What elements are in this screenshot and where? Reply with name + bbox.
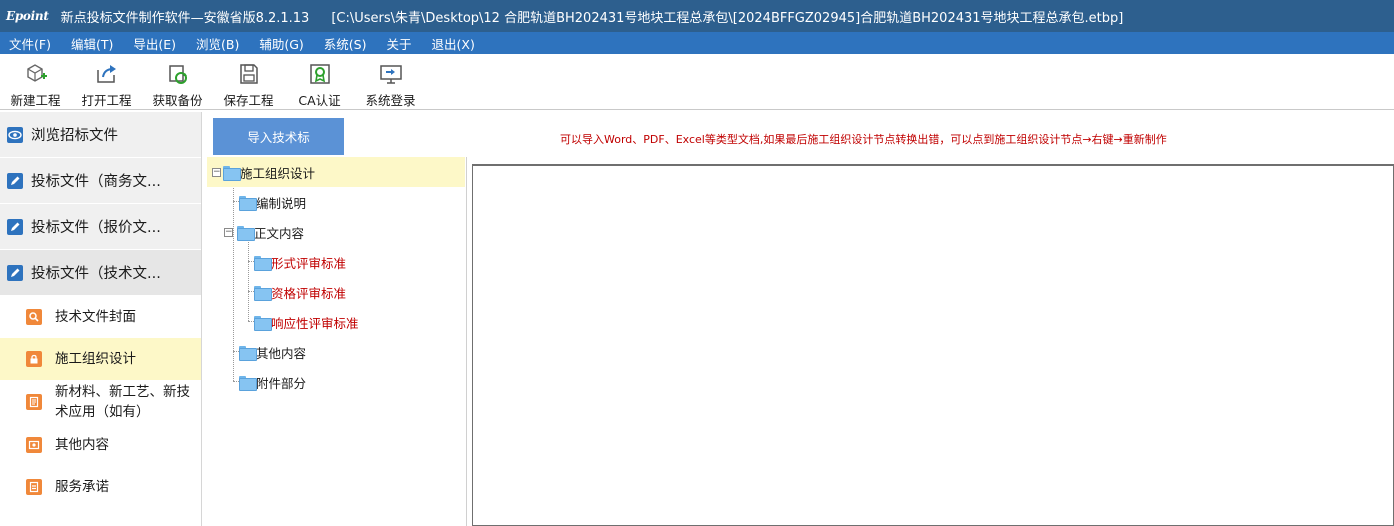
tree-node-label: 附件部分 — [256, 375, 307, 391]
sidebar-item-tech-cover[interactable]: 技术文件封面 — [0, 296, 201, 338]
folder-icon — [254, 315, 272, 331]
tree-node-label: 形式评审标准 — [271, 255, 347, 271]
open-project-button[interactable]: 打开工程 — [71, 54, 142, 110]
menu-assist[interactable]: 辅助(G) — [259, 34, 303, 53]
new-project-icon — [24, 62, 48, 86]
search-icon — [26, 309, 42, 325]
sidebar-section-label: 投标文件（商务文... — [31, 174, 161, 190]
sidebar-section-label: 投标文件（技术文... — [31, 266, 161, 282]
get-backup-icon — [166, 62, 190, 86]
folder-icon — [223, 165, 241, 181]
collapse-toggle-icon[interactable]: − — [212, 167, 221, 177]
tree-node-label: 响应性评审标准 — [271, 315, 359, 331]
outline-tree: − 施工组织设计 编制说明 − 正文内容 形式评审标准 资格评审标准 响应性评审… — [207, 157, 465, 526]
menu-about[interactable]: 关于 — [387, 34, 412, 53]
menu-system[interactable]: 系统(S) — [324, 34, 367, 53]
menu-bar: 文件(F) 编辑(T) 导出(E) 浏览(B) 辅助(G) 系统(S) 关于 退… — [0, 32, 1394, 54]
tree-node-formal-review[interactable]: 形式评审标准 — [254, 247, 346, 277]
tree-node-label: 资格评审标准 — [271, 285, 347, 301]
image-icon — [26, 437, 42, 453]
eye-icon — [7, 126, 23, 143]
get-backup-button[interactable]: 获取备份 — [142, 54, 213, 110]
sidebar-item-label: 施工组织设计 — [55, 351, 136, 367]
document-icon — [26, 394, 42, 410]
edit-icon — [7, 264, 23, 281]
sidebar-item-label: 服务承诺 — [55, 479, 109, 495]
sidebar-section-pricing[interactable]: 投标文件（报价文... — [0, 204, 201, 250]
system-login-icon — [379, 62, 403, 86]
lock-icon — [26, 351, 42, 367]
title-bar: Epoint 新点投标文件制作软件—安徽省版8.2.1.13 [C:\Users… — [0, 0, 1394, 32]
folder-icon — [237, 225, 255, 241]
collapse-toggle-icon[interactable]: − — [224, 227, 233, 237]
menu-export[interactable]: 导出(E) — [133, 34, 176, 53]
menu-exit[interactable]: 退出(X) — [432, 34, 475, 53]
menu-edit[interactable]: 编辑(T) — [71, 34, 113, 53]
system-login-button[interactable]: 系统登录 — [355, 54, 426, 110]
folder-icon — [239, 375, 257, 391]
edit-icon — [7, 218, 23, 235]
tree-node-attachments[interactable]: 附件部分 — [239, 367, 306, 397]
import-technical-bid-button[interactable]: 导入技术标 — [213, 118, 344, 155]
open-project-label: 打开工程 — [81, 93, 132, 108]
tree-node-responsiveness-review[interactable]: 响应性评审标准 — [254, 307, 359, 337]
sidebar-item-new-materials[interactable]: 新材料、新工艺、新技术应用（如有） — [0, 380, 201, 424]
menu-browse[interactable]: 浏览(B) — [196, 34, 239, 53]
sidebar-item-label: 其他内容 — [55, 437, 109, 453]
folder-icon — [239, 195, 257, 211]
document-preview-area[interactable] — [472, 164, 1394, 526]
app-logo: Epoint — [6, 9, 49, 23]
save-project-icon — [237, 62, 261, 86]
edit-icon — [7, 172, 23, 189]
tree-node-compilation-notes[interactable]: 编制说明 — [239, 187, 306, 217]
app-title: 新点投标文件制作软件—安徽省版8.2.1.13 — [60, 10, 310, 26]
system-login-label: 系统登录 — [365, 93, 416, 108]
new-project-button[interactable]: 新建工程 — [0, 54, 71, 110]
folder-icon — [254, 285, 272, 301]
sidebar-section-technical[interactable]: 投标文件（技术文... — [0, 250, 201, 296]
ca-certificate-button[interactable]: CA认证 — [284, 54, 355, 110]
import-hint-text: 可以导入Word、PDF、Excel等类型文档,如果最后施工组织设计节点转换出错… — [560, 133, 1167, 146]
tree-node-main-content[interactable]: − 正文内容 — [224, 217, 304, 247]
tree-node-label: 其他内容 — [256, 345, 307, 361]
menu-file[interactable]: 文件(F) — [9, 34, 51, 53]
new-project-label: 新建工程 — [10, 93, 61, 108]
get-backup-label: 获取备份 — [152, 93, 203, 108]
ca-certificate-icon — [308, 62, 332, 86]
ca-certificate-label: CA认证 — [298, 93, 341, 108]
tree-node-label: 施工组织设计 — [240, 165, 316, 181]
sidebar: 浏览招标文件 投标文件（商务文... 投标文件（报价文... 投标文件（技术文.… — [0, 112, 202, 526]
folder-icon — [239, 345, 257, 361]
panel-divider[interactable] — [466, 157, 467, 526]
file-path: [C:\Users\朱青\Desktop\12 合肥轨道BH202431号地块工… — [331, 10, 1124, 26]
tree-node-qualification-review[interactable]: 资格评审标准 — [254, 277, 346, 307]
sidebar-section-business[interactable]: 投标文件（商务文... — [0, 158, 201, 204]
save-project-button[interactable]: 保存工程 — [213, 54, 284, 110]
folder-icon — [254, 255, 272, 271]
sidebar-section-browse-tender[interactable]: 浏览招标文件 — [0, 112, 201, 158]
sidebar-section-label: 投标文件（报价文... — [31, 220, 161, 236]
contract-icon — [26, 479, 42, 495]
tree-node-label: 编制说明 — [256, 195, 307, 211]
sidebar-item-service-commitment[interactable]: 服务承诺 — [0, 466, 201, 508]
sidebar-section-label: 浏览招标文件 — [31, 128, 118, 144]
toolbar: 新建工程 打开工程 获取备份 保存工程 CA认证 系统登录 — [0, 54, 1394, 110]
tree-node-root[interactable]: − 施工组织设计 — [207, 157, 465, 187]
sidebar-item-label: 技术文件封面 — [55, 309, 136, 325]
sidebar-item-other-content[interactable]: 其他内容 — [0, 424, 201, 466]
sidebar-item-construction-design[interactable]: 施工组织设计 — [0, 338, 201, 380]
open-project-icon — [95, 62, 119, 86]
tree-node-other-content[interactable]: 其他内容 — [239, 337, 306, 367]
tree-node-label: 正文内容 — [254, 225, 305, 241]
save-project-label: 保存工程 — [223, 93, 274, 108]
sidebar-item-label: 新材料、新工艺、新技术应用（如有） — [55, 384, 190, 420]
